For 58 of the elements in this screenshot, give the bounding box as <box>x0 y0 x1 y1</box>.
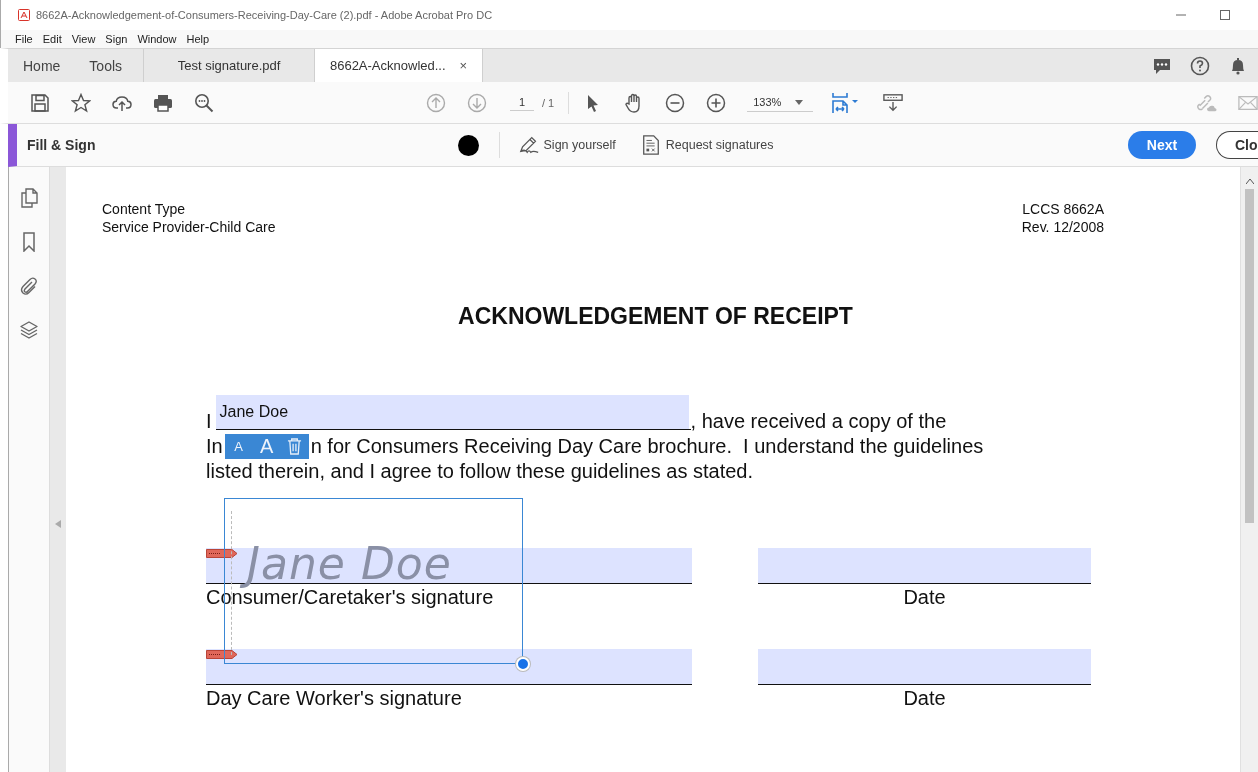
star-icon[interactable] <box>71 92 91 113</box>
sign-here-tag-icon <box>206 549 238 558</box>
close-tab-button[interactable]: × <box>459 58 468 73</box>
menu-item[interactable]: Edit <box>42 33 62 45</box>
nav-tab[interactable]: Home <box>8 49 75 82</box>
resize-handle[interactable] <box>516 657 530 671</box>
print-icon[interactable] <box>153 92 173 113</box>
layers-icon[interactable] <box>19 320 39 340</box>
date-field[interactable] <box>758 548 1091 584</box>
zoom-out-icon[interactable] <box>665 92 686 113</box>
zoom-dropdown[interactable]: 133% <box>747 93 814 112</box>
signature-field[interactable] <box>206 649 692 685</box>
field-label: Day Care Worker's signature <box>206 686 463 710</box>
tool-title: Fill & Sign <box>27 137 97 153</box>
menu-item[interactable]: Help <box>186 33 210 45</box>
delete-icon[interactable] <box>286 438 302 455</box>
paragraph-text: , have received a copy of the <box>690 409 947 434</box>
field-label: Date <box>902 686 947 710</box>
scroll-up-icon[interactable] <box>1246 179 1254 184</box>
pen-icon[interactable] <box>517 135 540 155</box>
pages-icon[interactable] <box>19 188 39 208</box>
header-text: Content Type <box>102 200 187 218</box>
sign-yourself-button[interactable]: Sign yourself <box>517 135 616 155</box>
scroll-mode-icon[interactable] <box>883 92 904 113</box>
header-text: Service Provider-Child Care <box>102 218 276 236</box>
close-button[interactable]: Clo <box>1216 131 1258 159</box>
paragraph-text: n for Consumers Receiving Day Care brochure. I understand the guidelines <box>310 434 984 459</box>
page-number-field[interactable]: 1 <box>510 94 534 111</box>
zoom-search-icon[interactable] <box>194 92 214 113</box>
menu-item[interactable]: View <box>71 33 96 45</box>
header-text: LCCS 8662A <box>1021 200 1104 218</box>
paragraph-text: I <box>206 409 212 434</box>
ink-color-swatch[interactable] <box>457 134 479 156</box>
date-field[interactable] <box>758 649 1091 685</box>
zoom-in-icon[interactable] <box>706 92 727 113</box>
scrollbar[interactable] <box>1240 167 1258 772</box>
document-tab[interactable]: 8662A-Acknowled... × <box>314 49 484 82</box>
maximize-icon[interactable] <box>1220 10 1230 20</box>
next-button[interactable]: Next <box>1128 131 1196 159</box>
paragraph-text: listed therein, and I agree to follow these guidelines as stated. <box>206 459 753 484</box>
sign-here-tag-icon <box>206 650 238 659</box>
caret-icon[interactable] <box>795 99 804 105</box>
save-icon[interactable] <box>30 92 50 113</box>
page-count: / 1 <box>542 96 555 109</box>
header-text: Rev. 12/2008 <box>1021 218 1104 236</box>
document-title: ACKNOWLEDGEMENT OF RECEIPT <box>457 303 854 330</box>
menu-item[interactable]: File <box>15 33 33 45</box>
menu-item[interactable]: Window <box>137 33 177 45</box>
help-icon[interactable] <box>1190 55 1210 76</box>
menu-item[interactable]: Sign <box>105 33 128 45</box>
window-title: 8662A-Acknowledgement-of-Consumers-Receiving-Day-Care (2).pdf - Adobe Acrobat Pro DC <box>36 9 493 21</box>
nav-tab[interactable]: Tools <box>74 49 137 82</box>
paragraph-text: In <box>206 434 223 459</box>
field-label: Date <box>902 585 947 609</box>
paperclip-icon[interactable] <box>19 276 39 296</box>
request-signatures-button[interactable]: Request signatures <box>639 135 774 155</box>
name-text-field[interactable]: Jane Doe <box>215 395 689 429</box>
pdf-icon <box>18 9 30 21</box>
